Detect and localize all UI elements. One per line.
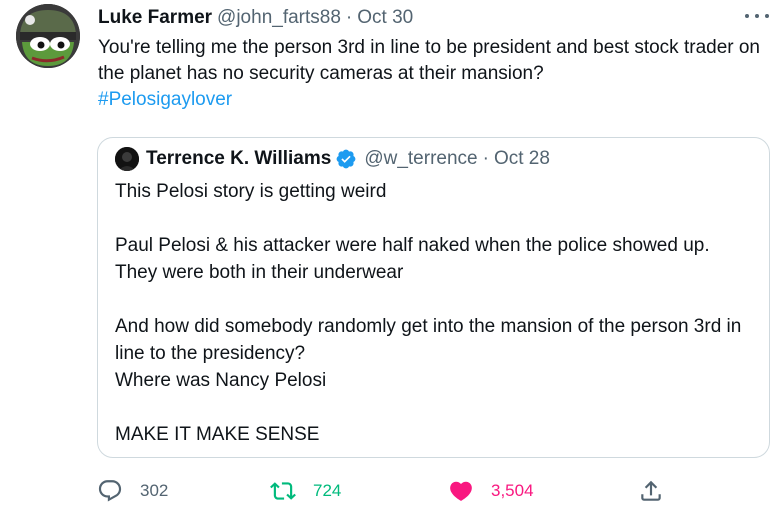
quoted-author-avatar <box>115 147 139 171</box>
share-button[interactable] <box>638 478 664 504</box>
quoted-tweet-text: This Pelosi story is getting weird Paul … <box>115 178 765 448</box>
like-count: 3,504 <box>491 481 534 500</box>
heart-icon <box>450 481 472 501</box>
tweet[interactable]: Luke Farmer @john_farts88 · Oct 30 You'r… <box>0 0 783 505</box>
tweet-text: You're telling me the person 3rd in line… <box>98 35 778 113</box>
author-display-name[interactable]: Luke Farmer <box>98 7 212 29</box>
dot-3 <box>765 14 769 18</box>
frog-avatar-icon <box>16 4 80 68</box>
quoted-line: Paul Pelosi & his attacker were half nak… <box>115 235 710 256</box>
quoted-tweet-header: Terrence K. Williams @w_terrence · Oct 2… <box>115 147 550 171</box>
frog-avatar[interactable] <box>16 4 80 68</box>
tweet-header: Luke Farmer @john_farts88 · Oct 30 <box>98 6 413 30</box>
retweet-icon <box>270 482 296 500</box>
quoted-line: This Pelosi story is getting weird <box>115 181 387 202</box>
quoted-tweet-date[interactable]: Oct 28 <box>494 148 550 170</box>
retweet-button[interactable]: 724 <box>270 478 341 504</box>
quoted-tweet[interactable]: Terrence K. Williams @w_terrence · Oct 2… <box>97 137 770 458</box>
retweet-count: 724 <box>313 481 342 500</box>
tweet-date[interactable]: Oct 30 <box>357 7 413 29</box>
hashtag-link[interactable]: #Pelosigaylover <box>98 89 232 110</box>
author-handle[interactable]: @john_farts88 <box>217 7 341 29</box>
tweet-actions: 302 724 3,504 <box>97 478 777 504</box>
like-button[interactable]: 3,504 <box>448 478 534 504</box>
reply-count: 302 <box>140 481 169 500</box>
share-icon <box>641 480 661 501</box>
quoted-line: And how did somebody randomly get into t… <box>115 316 742 364</box>
quoted-line: Where was Nancy Pelosi <box>115 370 327 391</box>
tweet-text-line: You're telling me the person 3rd in line… <box>98 37 761 84</box>
verified-badge-icon <box>336 149 356 169</box>
header-separator: · <box>345 7 353 28</box>
reply-button[interactable]: 302 <box>97 478 168 504</box>
quoted-line: They were both in their underwear <box>115 262 404 283</box>
quoted-author-handle[interactable]: @w_terrence <box>364 148 477 170</box>
quoted-header-separator: · <box>482 148 489 169</box>
more-dots-icon[interactable] <box>745 6 769 26</box>
dot-2 <box>755 14 759 18</box>
quoted-avatar-icon <box>115 147 139 171</box>
quoted-author-display-name[interactable]: Terrence K. Williams <box>146 148 331 170</box>
quoted-line: MAKE IT MAKE SENSE <box>115 424 320 445</box>
reply-icon <box>98 480 122 502</box>
dot-1 <box>745 14 749 18</box>
